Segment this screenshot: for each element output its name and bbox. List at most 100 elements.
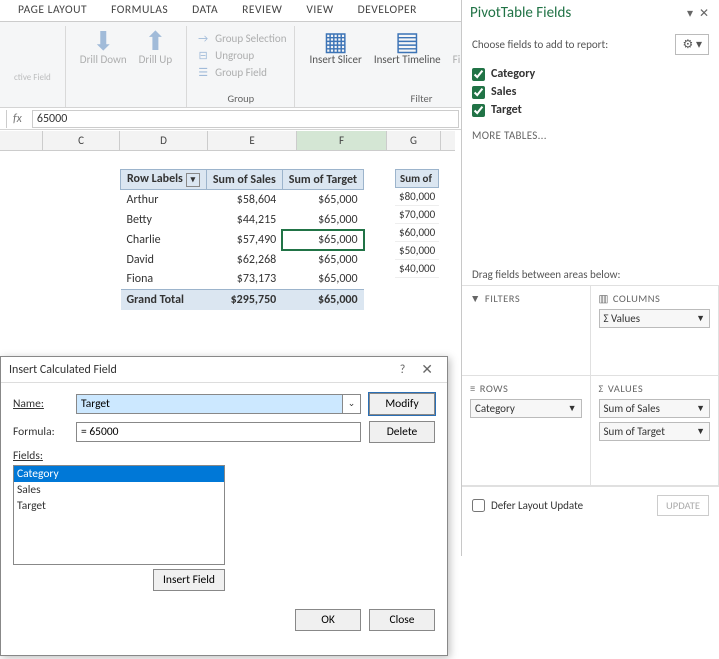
rows-area[interactable]: ≡ROWS Category▼ [462, 376, 591, 486]
pivot-header-row-labels[interactable]: Row Labels▾ [121, 170, 207, 190]
col-header-d[interactable]: D [120, 131, 208, 150]
gear-icon: ⚙ [682, 38, 693, 52]
defer-layout-checkbox[interactable] [472, 499, 485, 512]
field-checkbox[interactable] [472, 68, 485, 81]
ungroup-icon: ⊟ [195, 49, 211, 62]
side-header[interactable]: Sum of [395, 169, 439, 188]
close-button[interactable]: Close [369, 609, 435, 631]
modify-button[interactable]: Modify [369, 393, 435, 415]
insert-slicer-button[interactable]: ▦ Insert Slicer [303, 28, 367, 66]
field-category[interactable]: Category [472, 65, 709, 83]
more-tables-link[interactable]: MORE TABLES... [472, 129, 709, 142]
group-selection-icon: → [195, 32, 211, 45]
drill-up-button[interactable]: ⬆ Drill Up [133, 28, 179, 66]
area-item-category[interactable]: Category▼ [470, 399, 582, 418]
timeline-icon: ▤ [395, 28, 420, 54]
name-dropdown-icon[interactable]: ⌄ [343, 394, 361, 414]
delete-button[interactable]: Delete [369, 421, 435, 443]
arrow-down-icon: ⬇ [92, 28, 114, 54]
col-header-e[interactable]: E [208, 131, 297, 150]
tab-formulas[interactable]: FORMULAS [99, 0, 180, 21]
filters-area[interactable]: ▼FILTERS [462, 286, 591, 376]
pivot-row[interactable]: Betty$44,215$65,000 [121, 210, 364, 230]
slicer-icon: ▦ [323, 28, 348, 54]
pivot-grand-total-row[interactable]: Grand Total$295,750$65,000 [121, 290, 364, 310]
axis-tick: $40,000 [395, 260, 439, 278]
drag-label: Drag fields between areas below: [462, 268, 719, 281]
fx-icon[interactable]: fx [13, 112, 32, 126]
pane-dropdown-icon[interactable]: ▾ [683, 6, 697, 21]
col-header-c[interactable]: C [43, 131, 120, 150]
drill-down-button[interactable]: ⬇ Drill Down [74, 28, 133, 66]
chevron-down-icon[interactable]: ▼ [696, 403, 705, 414]
row-labels-dropdown-icon[interactable]: ▾ [186, 173, 200, 187]
pivot-row[interactable]: Charlie$57,490$65,000 [121, 230, 364, 250]
choose-fields-label: Choose fields to add to report: [472, 38, 608, 51]
filter-area-icon: ▼ [470, 292, 481, 305]
values-area[interactable]: ΣVALUES Sum of Sales▼ Sum of Target▼ [591, 376, 719, 486]
listbox-item-sales[interactable]: Sales [14, 482, 224, 498]
insert-field-button[interactable]: Insert Field [153, 569, 225, 591]
formula-input-dialog[interactable] [76, 422, 361, 442]
name-input[interactable] [76, 394, 343, 414]
field-checkbox[interactable] [472, 86, 485, 99]
tab-view[interactable]: VIEW [294, 0, 345, 21]
field-list: Category Sales Target [472, 65, 709, 119]
tab-page-layout[interactable]: PAGE LAYOUT [6, 0, 99, 21]
column-headers: C D E F G [0, 131, 455, 151]
active-field-partial: ctive Field [8, 28, 57, 83]
chevron-down-icon[interactable]: ▼ [568, 403, 577, 414]
gear-button[interactable]: ⚙ ▾ [675, 34, 709, 55]
col-header-f[interactable]: F [297, 131, 387, 150]
field-checkbox[interactable] [472, 104, 485, 117]
columns-area[interactable]: ▥COLUMNS Σ Values▼ [591, 286, 719, 376]
values-area-icon: Σ [599, 382, 604, 395]
pivot-row[interactable]: Arthur$58,604$65,000 [121, 190, 364, 210]
pivot-header-sum-target[interactable]: Sum of Target [282, 170, 363, 190]
chevron-down-icon[interactable]: ▼ [696, 426, 705, 437]
tab-data[interactable]: DATA [180, 0, 230, 21]
update-button[interactable]: UPDATE [657, 495, 709, 516]
area-item-sum-sales[interactable]: Sum of Sales▼ [599, 399, 711, 418]
dialog-help-icon[interactable]: ? [390, 363, 416, 377]
group-label-filter: Filter [411, 92, 433, 107]
group-selection-button[interactable]: →Group Selection [195, 32, 286, 45]
areas-grid: ▼FILTERS ▥COLUMNS Σ Values▼ ≡ROWS Catego… [462, 285, 719, 486]
listbox-item-category[interactable]: Category [14, 466, 224, 482]
listbox-item-target[interactable]: Target [14, 498, 224, 514]
fields-label: Fields: [13, 449, 435, 463]
group-field-icon: ☰ [195, 66, 211, 79]
tab-review[interactable]: REVIEW [230, 0, 294, 21]
chart-axis-preview: Sum of $80,000 $70,000 $60,000 $50,000 $… [395, 169, 439, 278]
pivot-row[interactable]: Fiona$73,173$65,000 [121, 270, 364, 290]
area-item-sigma-values[interactable]: Σ Values▼ [599, 309, 711, 328]
pivot-header-sum-sales[interactable]: Sum of Sales [206, 170, 282, 190]
divider [6, 110, 7, 128]
chevron-down-icon[interactable]: ▼ [696, 313, 705, 324]
dialog-close-icon[interactable]: ✕ [415, 361, 439, 378]
columns-area-icon: ▥ [599, 292, 609, 305]
ungroup-button[interactable]: ⊟Ungroup [195, 49, 286, 62]
tab-developer[interactable]: DEVELOPER [346, 0, 429, 21]
axis-tick: $70,000 [395, 206, 439, 224]
group-field-button[interactable]: ☰Group Field [195, 66, 286, 79]
axis-tick: $50,000 [395, 242, 439, 260]
ok-button[interactable]: OK [295, 609, 361, 631]
field-target[interactable]: Target [472, 101, 709, 119]
group-label-group: Group [227, 92, 254, 107]
pivot-row[interactable]: David$62,268$65,000 [121, 250, 364, 270]
name-label: Name: [13, 397, 68, 411]
area-item-sum-target[interactable]: Sum of Target▼ [599, 422, 711, 441]
col-header-g[interactable]: G [387, 131, 441, 150]
col-header-blank[interactable] [0, 131, 43, 150]
pane-close-icon[interactable]: ✕ [697, 6, 711, 21]
field-sales[interactable]: Sales [472, 83, 709, 101]
fields-listbox[interactable]: Category Sales Target [13, 465, 225, 565]
insert-timeline-button[interactable]: ▤ Insert Timeline [368, 28, 447, 66]
pane-title: PivotTable Fields [470, 4, 683, 22]
formula-label: Formula: [13, 425, 68, 439]
pivottable-fields-pane: PivotTable Fields ▾ ✕ Choose fields to a… [461, 0, 719, 556]
selected-cell: $65,000 [282, 230, 363, 250]
dialog-title: Insert Calculated Field [9, 363, 117, 377]
formula-input[interactable]: 65000 [32, 110, 459, 128]
